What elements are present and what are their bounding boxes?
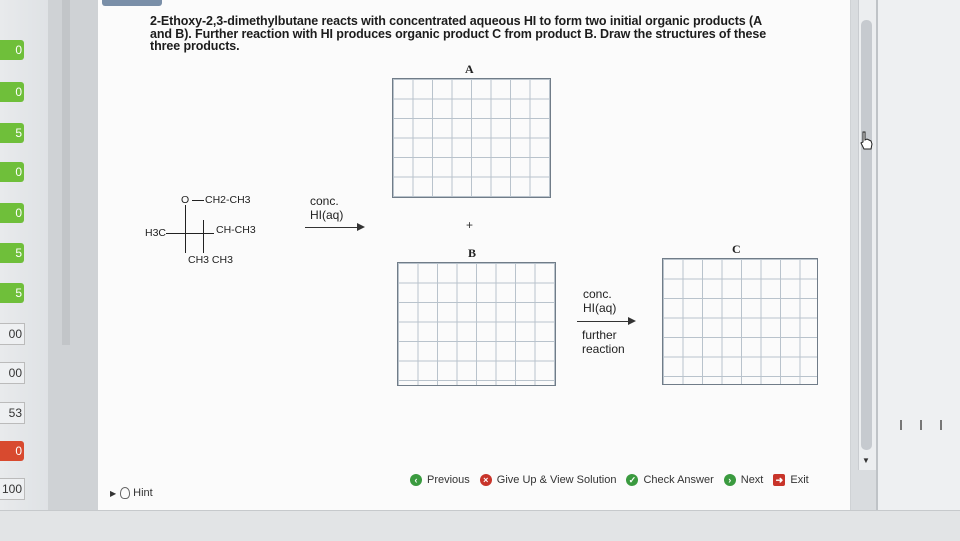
- arrow-head-icon: [628, 317, 636, 325]
- bond: [166, 233, 214, 234]
- hint-toggle[interactable]: ▶ Hint: [110, 487, 153, 499]
- score-cell[interactable]: 00: [0, 323, 25, 345]
- reagent-label-2: conc. HI(aq): [583, 287, 616, 315]
- hand-cursor-icon: [860, 131, 873, 150]
- gutter-scroll: [62, 0, 70, 345]
- reagent-line: HI(aq): [310, 208, 344, 222]
- ruler-tick: [920, 420, 922, 430]
- reagent-line: conc.: [310, 194, 339, 208]
- previous-button[interactable]: ‹ Previous: [410, 474, 470, 486]
- ruler-tick: [900, 420, 902, 430]
- drawing-area-c[interactable]: [662, 258, 818, 385]
- check-icon: ✓: [626, 474, 639, 486]
- drawing-area-b[interactable]: [397, 262, 556, 386]
- reagent-label: conc. HI(aq): [310, 194, 343, 222]
- reaction-arrow: [305, 227, 358, 229]
- previous-arrow-icon: ‹: [410, 474, 422, 486]
- label-c: C: [732, 242, 741, 256]
- ethyl-group: CH2-CH3: [205, 194, 251, 206]
- score-cell[interactable]: 5: [0, 123, 24, 143]
- previous-label: Previous: [427, 474, 470, 486]
- lightbulb-icon: [120, 487, 131, 499]
- bottom-band: [0, 510, 960, 541]
- ch-group: CH-CH3: [216, 224, 256, 236]
- question-line: and B). Further reaction with HI produce…: [150, 26, 767, 41]
- exit-label: Exit: [790, 474, 809, 486]
- reagent-line: further: [582, 328, 617, 342]
- label-b: B: [468, 246, 477, 260]
- exit-button[interactable]: ➜ Exit: [773, 474, 809, 486]
- reagent-line: reaction: [582, 342, 625, 356]
- further-reaction-label: further reaction: [582, 328, 625, 356]
- plus-sign: +: [466, 218, 474, 232]
- question-line: 2-Ethoxy-2,3-dimethylbutane reacts with …: [150, 14, 763, 28]
- bottom-methyls: CH3 CH3: [188, 254, 233, 266]
- reaction-arrow-2: [577, 321, 629, 323]
- check-answer-label: Check Answer: [643, 474, 714, 486]
- score-cell[interactable]: 0: [0, 203, 24, 223]
- methyl-left: H3C: [145, 227, 167, 239]
- bottom-toolbar: ‹ Previous × Give Up & View Solution ✓ C…: [410, 470, 819, 490]
- arrow-head-icon: [357, 223, 365, 231]
- score-cell[interactable]: 5: [0, 243, 24, 263]
- score-cell[interactable]: 5: [0, 283, 24, 303]
- expand-triangle-icon: ▶: [110, 488, 117, 498]
- score-cell[interactable]: 0: [0, 40, 24, 60]
- next-label: Next: [740, 474, 764, 486]
- drawing-area-a[interactable]: [392, 78, 551, 198]
- give-up-x-icon: ×: [479, 474, 492, 486]
- reagent-line: conc.: [583, 287, 612, 301]
- score-cell[interactable]: 53: [0, 402, 25, 424]
- bond: [185, 205, 186, 253]
- hint-label: Hint: [133, 487, 153, 499]
- score-cell[interactable]: 0: [0, 441, 24, 461]
- next-arrow-icon: ›: [723, 474, 736, 486]
- check-answer-button[interactable]: ✓ Check Answer: [626, 474, 714, 486]
- scroll-down-icon[interactable]: ▼: [862, 456, 870, 465]
- score-cell[interactable]: 0: [0, 82, 24, 102]
- reagent-line: HI(aq): [583, 301, 617, 315]
- window-divider: [876, 0, 878, 540]
- give-up-label: Give Up & View Solution: [496, 474, 617, 486]
- background-area: [876, 0, 960, 540]
- label-a: A: [465, 62, 474, 76]
- bond: [192, 200, 204, 201]
- give-up-button[interactable]: × Give Up & View Solution: [479, 474, 617, 486]
- question-text: 2-Ethoxy-2,3-dimethylbutane reacts with …: [150, 15, 810, 53]
- scrollbar-thumb[interactable]: [861, 20, 872, 450]
- bond: [203, 220, 204, 253]
- exit-icon: ➜: [773, 474, 786, 486]
- next-button[interactable]: › Next: [723, 474, 764, 486]
- score-cell[interactable]: 0: [0, 162, 24, 182]
- score-cell[interactable]: 00: [0, 362, 25, 384]
- question-line: three products.: [150, 39, 240, 53]
- score-cell[interactable]: 100: [0, 478, 25, 500]
- header-tab[interactable]: [102, 0, 162, 6]
- ruler-tick: [940, 420, 942, 430]
- gutter: [48, 0, 98, 540]
